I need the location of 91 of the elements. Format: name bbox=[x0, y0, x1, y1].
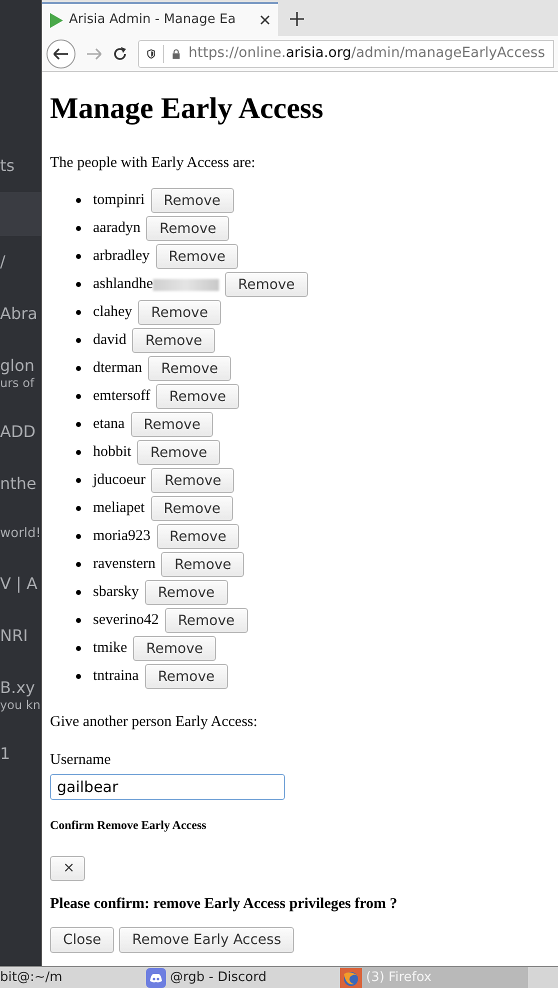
fox-globe-icon bbox=[340, 968, 362, 988]
game-controller-icon bbox=[146, 968, 166, 988]
bullet-icon bbox=[76, 338, 81, 343]
remove-button[interactable]: Remove bbox=[132, 328, 216, 353]
taskbar-label: @rgb - Discord bbox=[170, 968, 266, 987]
username: david bbox=[93, 331, 126, 350]
channel-name-fragment[interactable]: NRI bbox=[0, 624, 28, 648]
username: aaradyn bbox=[93, 219, 140, 238]
bullet-icon bbox=[76, 450, 81, 455]
username: dterman bbox=[93, 359, 142, 378]
bullet-icon bbox=[76, 646, 81, 651]
close-button[interactable]: Close bbox=[50, 927, 114, 953]
channel-name-fragment[interactable]: / bbox=[0, 250, 6, 274]
channel-name-fragment[interactable]: V | A bbox=[0, 572, 38, 596]
taskbar-label: (3) Firefox bbox=[366, 968, 432, 987]
reload-icon[interactable] bbox=[112, 46, 128, 62]
remove-button[interactable]: Remove bbox=[146, 216, 230, 241]
bullet-icon bbox=[76, 478, 81, 483]
bullet-icon bbox=[76, 310, 81, 315]
bullet-icon bbox=[76, 534, 81, 539]
remove-button[interactable]: Remove bbox=[161, 552, 244, 577]
username: severino42 bbox=[93, 611, 159, 630]
back-icon[interactable] bbox=[46, 38, 76, 68]
bullet-icon bbox=[76, 282, 81, 287]
browser-tab[interactable]: Arisia Admin - Manage Ea bbox=[42, 2, 278, 36]
username: meliapet bbox=[93, 499, 145, 518]
close-button[interactable]: × bbox=[50, 856, 85, 880]
url-text: https://online.arisia.org/admin/manageEarlyAccess bbox=[188, 44, 545, 63]
remove-early-access-button[interactable]: Remove Early Access bbox=[119, 927, 294, 953]
play-icon bbox=[50, 12, 63, 28]
address-bar[interactable]: https://online.arisia.org/admin/manageEarlyAccess bbox=[138, 40, 554, 68]
remove-button[interactable]: Remove bbox=[151, 468, 234, 493]
remove-button[interactable]: Remove bbox=[156, 244, 238, 269]
page-heading: Manage Early Access bbox=[50, 94, 324, 124]
lock-icon bbox=[172, 46, 180, 60]
channel-name-fragment[interactable]: nthe bbox=[0, 472, 36, 496]
bullet-icon bbox=[76, 254, 81, 259]
confirm-message: Please confirm: remove Early Access privileges from ? bbox=[50, 894, 398, 914]
bullet-icon bbox=[76, 394, 81, 399]
bullet-icon bbox=[76, 422, 81, 427]
bullet-icon bbox=[76, 198, 81, 203]
bullet-icon bbox=[76, 618, 81, 623]
remove-button[interactable]: Remove bbox=[130, 412, 214, 437]
bullet-icon bbox=[76, 674, 81, 679]
bullet-icon bbox=[76, 590, 81, 595]
remove-button[interactable]: Remove bbox=[137, 440, 220, 465]
intro-text: The people with Early Access are: bbox=[50, 154, 256, 173]
username: moria923 bbox=[93, 527, 150, 546]
bullet-icon bbox=[76, 562, 81, 567]
channel-name-fragment[interactable]: ts bbox=[0, 154, 15, 178]
shield-icon bbox=[147, 46, 156, 60]
bullet-icon bbox=[76, 366, 81, 371]
bullet-icon bbox=[76, 226, 81, 231]
tab-title: Arisia Admin - Manage Ea bbox=[69, 11, 237, 30]
username: arbradley bbox=[93, 247, 150, 266]
username: tmike bbox=[93, 639, 128, 658]
remove-button[interactable]: Remove bbox=[164, 608, 248, 633]
username: emtersoff bbox=[93, 387, 150, 406]
taskbar-label: bit@:~/m bbox=[0, 968, 62, 987]
channel-name-fragment[interactable]: Abra bbox=[0, 302, 38, 326]
username: etana bbox=[93, 415, 125, 434]
remove-button[interactable]: Remove bbox=[156, 524, 240, 549]
username: tntraina bbox=[93, 667, 139, 686]
remove-button[interactable]: Remove bbox=[224, 272, 308, 297]
username: tompinri bbox=[93, 191, 145, 210]
taskbar-item[interactable]: @rgb - Discord bbox=[146, 967, 340, 988]
username: ravenstern bbox=[93, 555, 156, 574]
channel-name-fragment[interactable]: 1 bbox=[0, 742, 10, 766]
bullet-icon bbox=[76, 506, 81, 511]
new-tab-icon[interactable] bbox=[290, 12, 304, 26]
username: sbarsky bbox=[93, 583, 139, 602]
remove-button[interactable]: Remove bbox=[138, 300, 221, 325]
remove-button[interactable]: Remove bbox=[144, 664, 228, 689]
username: hobbit bbox=[93, 443, 132, 462]
remove-button[interactable]: Remove bbox=[148, 356, 231, 381]
dialog-title: Confirm Remove Early Access bbox=[50, 816, 206, 834]
remove-button[interactable]: Remove bbox=[144, 580, 228, 605]
channel-name-fragment[interactable]: ADD bbox=[0, 420, 36, 444]
username-field[interactable]: gailbear bbox=[50, 774, 285, 800]
remove-button[interactable]: Remove bbox=[150, 188, 234, 213]
remove-button[interactable]: Remove bbox=[150, 496, 234, 521]
username-label: Username bbox=[50, 751, 111, 770]
username: jducoeur bbox=[93, 471, 146, 490]
close-icon[interactable] bbox=[260, 15, 270, 25]
username: clahey bbox=[93, 303, 132, 322]
remove-button[interactable]: Remove bbox=[156, 384, 240, 409]
channel-name-fragment[interactable]: world! bbox=[0, 524, 41, 544]
remove-button[interactable]: Remove bbox=[133, 636, 216, 661]
username: ashlandhe bbox=[93, 275, 153, 294]
add-heading: Give another person Early Access: bbox=[50, 712, 258, 732]
taskbar-item[interactable]: bit@:~/m bbox=[0, 967, 146, 988]
